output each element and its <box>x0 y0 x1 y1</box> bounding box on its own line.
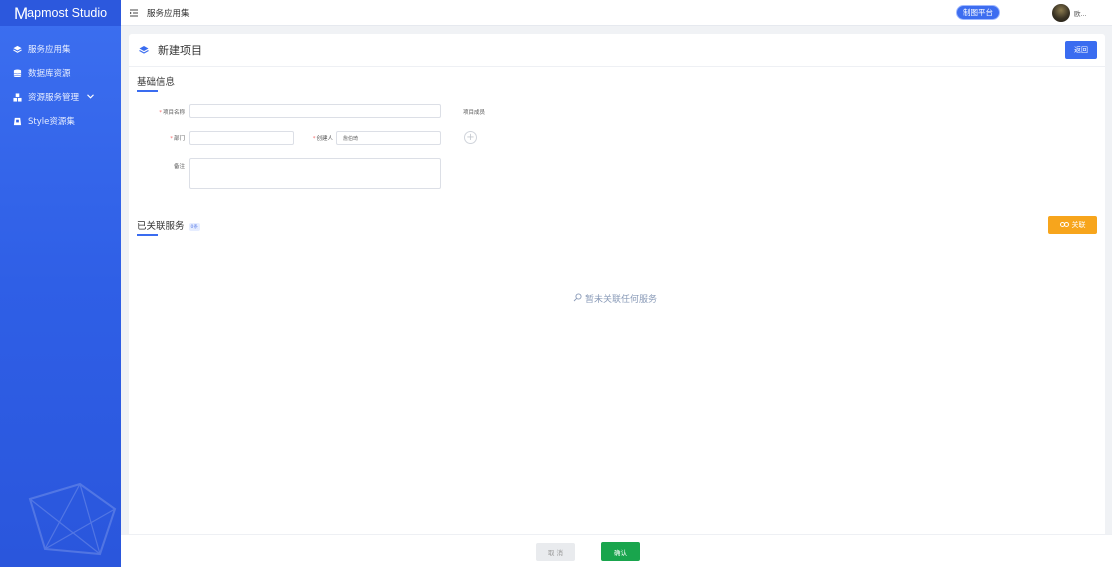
remarks-textarea[interactable] <box>189 158 441 189</box>
app-name: apmost Studio <box>27 6 108 20</box>
project-members-label: 项目成员 <box>463 110 486 116</box>
section-title-text: 已关联服务 <box>137 221 185 232</box>
sidebar-item-database[interactable]: 数据库资源 <box>0 61 121 85</box>
layers-icon <box>13 45 22 54</box>
link-icon <box>1059 221 1069 229</box>
sidebar-nav: 服务应用集 数据库资源 资源服务管理 Style资源集 <box>0 37 121 133</box>
app-logo[interactable]: M apmost Studio <box>0 0 121 26</box>
search-icon <box>573 292 582 305</box>
sidebar-item-label: 服务应用集 <box>28 45 71 55</box>
sidebar-item-label: 数据库资源 <box>28 69 71 79</box>
linked-services-heading: 已关联服务 0条 <box>137 218 200 236</box>
page-title: 新建项目 <box>158 44 202 57</box>
style-icon <box>13 117 22 126</box>
basic-info-heading: 基础信息 <box>137 74 175 92</box>
add-member-icon[interactable]: + <box>464 131 477 144</box>
database-icon <box>13 68 22 78</box>
section-underline <box>137 90 158 92</box>
project-name-input[interactable] <box>189 104 441 118</box>
sidebar-item-label: 资源服务管理 <box>28 93 80 103</box>
remarks-label: 备注 <box>173 164 185 170</box>
map-watermark-icon <box>28 482 117 556</box>
link-button-label: 关联 <box>1071 221 1086 229</box>
menu-fold-icon[interactable] <box>129 8 139 18</box>
department-input[interactable] <box>189 131 294 145</box>
creator-input[interactable]: 詹伯琦 <box>336 131 441 145</box>
card-header: 新建项目 <box>129 34 1105 67</box>
back-button[interactable]: 返回 <box>1065 41 1097 59</box>
layers-icon <box>139 45 149 55</box>
project-name-label: *项目名称 <box>159 110 185 116</box>
avatar[interactable] <box>1052 4 1070 22</box>
logo-letter: M <box>14 3 28 23</box>
department-label: *部门 <box>170 136 185 142</box>
sidebar-item-style[interactable]: Style资源集 <box>0 109 121 133</box>
link-service-button[interactable]: 关联 <box>1048 216 1097 234</box>
platform-button[interactable]: 制图平台 <box>956 5 1000 20</box>
username[interactable]: 欧... <box>1074 8 1087 18</box>
sidebar: M apmost Studio 服务应用集 数据库资源 资源服务管理 Style… <box>0 0 121 567</box>
cancel-button[interactable]: 取 消 <box>536 543 575 561</box>
count-badge: 0条 <box>188 222 200 231</box>
creator-label: *创建人 <box>312 136 333 142</box>
section-underline <box>137 234 158 236</box>
empty-state: 暂未关联任何服务 <box>573 292 657 305</box>
new-project-card: 新建项目 返回 基础信息 *项目名称 项目成员 + *部门 *创建人 詹伯琦 备… <box>129 34 1105 567</box>
section-title-text: 基础信息 <box>137 77 176 88</box>
chevron-down-icon[interactable] <box>87 92 94 102</box>
breadcrumb[interactable]: 服务应用集 <box>147 7 190 19</box>
confirm-button[interactable]: 确认 <box>601 542 640 561</box>
empty-state-text: 暂未关联任何服务 <box>585 295 658 305</box>
sidebar-item-service-apps[interactable]: 服务应用集 <box>0 37 121 61</box>
cubes-icon <box>13 92 22 102</box>
sidebar-item-label: Style资源集 <box>28 117 75 127</box>
action-footer: 取 消 确认 <box>121 534 1112 567</box>
sidebar-item-resource-services[interactable]: 资源服务管理 <box>0 85 121 109</box>
